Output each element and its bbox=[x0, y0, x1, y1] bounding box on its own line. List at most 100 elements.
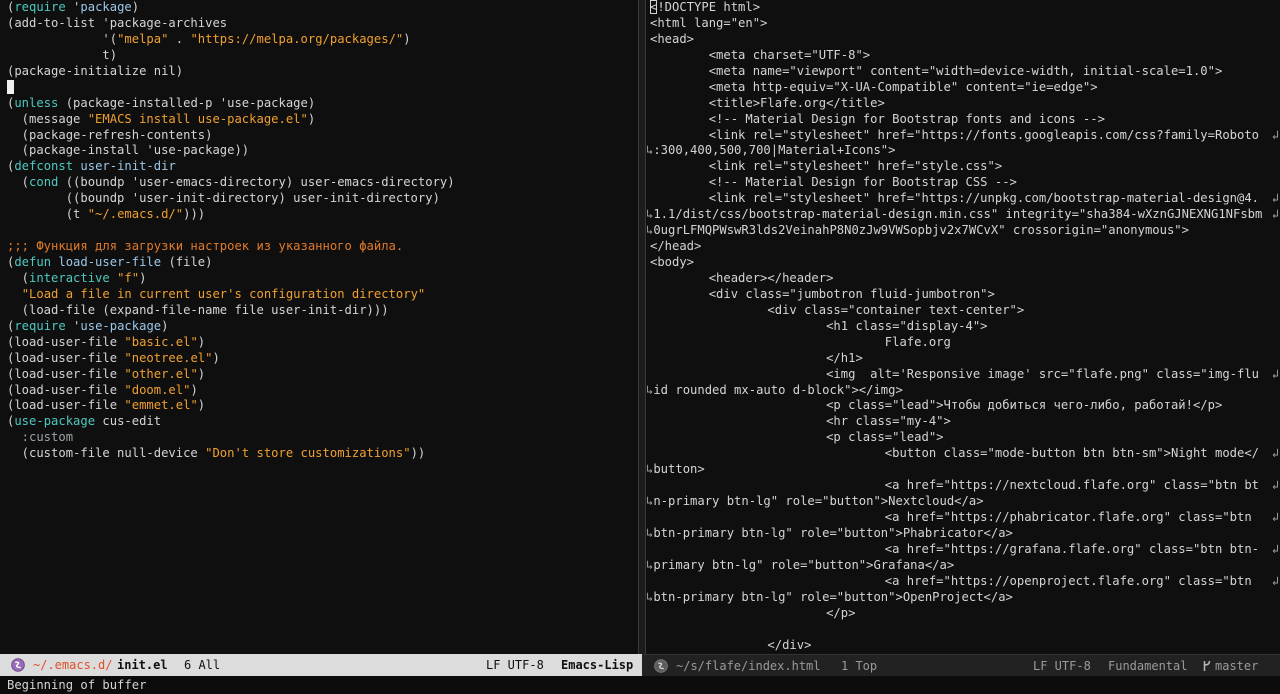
wrap-indicator-icon: ↲ bbox=[1271, 478, 1279, 493]
git-branch[interactable]: master bbox=[1215, 659, 1258, 673]
code-line[interactable]: <a href="https://openproject.flafe.org" … bbox=[646, 574, 1280, 590]
buffer-filename: init.el bbox=[117, 658, 168, 672]
code-line[interactable]: "Load a file in current user's configura… bbox=[0, 287, 638, 303]
right-mode-line[interactable]: ~/s/flafe/index.html 1 Top LF UTF-8 Fund… bbox=[642, 654, 1280, 676]
code-line[interactable]: (defun load-user-file (file) bbox=[0, 255, 638, 271]
code-line[interactable]: <meta charset="UTF-8"> bbox=[646, 48, 1280, 64]
window-divider[interactable] bbox=[638, 0, 646, 654]
code-line[interactable]: <html lang="en"> bbox=[646, 16, 1280, 32]
echo-area: Beginning of buffer bbox=[0, 676, 1280, 694]
code-line[interactable]: <!-- Material Design for Bootstrap CSS -… bbox=[646, 175, 1280, 191]
code-line[interactable]: :custom bbox=[0, 430, 638, 446]
code-line[interactable]: ↳1.1/dist/css/bootstrap-material-design.… bbox=[646, 207, 1280, 223]
right-buffer-text[interactable]: <!DOCTYPE html> <html lang="en"> <head> <m… bbox=[646, 0, 1280, 653]
code-line[interactable]: <title>Flafe.org</title> bbox=[646, 96, 1280, 112]
code-line[interactable]: ↳btn-primary btn-lg" role="button">Phabr… bbox=[646, 526, 1280, 542]
code-line[interactable]: <a href="https://grafana.flafe.org" clas… bbox=[646, 542, 1280, 558]
text-cursor bbox=[7, 80, 14, 95]
code-line[interactable]: (load-file (expand-file-name file user-i… bbox=[0, 303, 638, 319]
code-line[interactable]: ((boundp 'user-init-directory) user-init… bbox=[0, 191, 638, 207]
code-line[interactable]: </p> bbox=[646, 606, 1280, 622]
code-line[interactable]: ↳primary btn-lg" role="button">Grafana</… bbox=[646, 558, 1280, 574]
code-line[interactable]: ;;; Функция для загрузки настроек из ука… bbox=[0, 239, 638, 255]
code-line[interactable] bbox=[646, 622, 1280, 638]
code-line[interactable]: ↳button> bbox=[646, 462, 1280, 478]
code-line[interactable]: ↳0ugrLFMQPWswR3lds2VeinahP8N0zJw9VWSopbj… bbox=[646, 223, 1280, 239]
code-line[interactable]: '("melpa" . "https://melpa.org/packages/… bbox=[0, 32, 638, 48]
code-line[interactable]: (message "EMACS install use-package.el") bbox=[0, 112, 638, 128]
code-line[interactable]: </div> bbox=[646, 638, 1280, 654]
major-mode[interactable]: Emacs-Lisp bbox=[561, 658, 633, 672]
left-buffer-text[interactable]: (require 'package) (add-to-list 'package-… bbox=[0, 0, 638, 462]
code-line[interactable]: <h1 class="display-4"> bbox=[646, 319, 1280, 335]
code-line[interactable]: <!DOCTYPE html> bbox=[646, 0, 1280, 16]
code-line[interactable]: (require 'use-package) bbox=[0, 319, 638, 335]
right-editor-window[interactable]: <!DOCTYPE html> <html lang="en"> <head> <m… bbox=[646, 0, 1280, 654]
code-line[interactable]: <meta http-equiv="X-UA-Compatible" conte… bbox=[646, 80, 1280, 96]
code-line[interactable]: (load-user-file "neotree.el") bbox=[0, 351, 638, 367]
code-line[interactable]: (interactive "f") bbox=[0, 271, 638, 287]
code-line[interactable]: ↳id rounded mx-auto d-block"></img> bbox=[646, 383, 1280, 399]
echo-message: Beginning of buffer bbox=[7, 678, 147, 692]
code-line[interactable]: t) bbox=[0, 48, 638, 64]
code-line[interactable]: <link rel="stylesheet" href="style.css"> bbox=[646, 159, 1280, 175]
buffer-filepath: ~/s/flafe/index.html bbox=[676, 658, 821, 673]
code-line[interactable]: (package-install 'use-package)) bbox=[0, 143, 638, 159]
left-mode-line[interactable]: ~/.emacs.d/ init.el 6 All LF UTF-8 Emacs… bbox=[0, 654, 642, 676]
code-line[interactable]: (load-user-file "basic.el") bbox=[0, 335, 638, 351]
code-line[interactable]: <meta name="viewport" content="width=dev… bbox=[646, 64, 1280, 80]
code-line[interactable]: (t "~/.emacs.d/"))) bbox=[0, 207, 638, 223]
wrap-indicator-icon: ↲ bbox=[1271, 446, 1279, 461]
code-line[interactable]: </h1> bbox=[646, 351, 1280, 367]
wrap-indicator-icon: ↲ bbox=[1271, 510, 1279, 524]
code-line[interactable]: <head> bbox=[646, 32, 1280, 48]
code-line[interactable] bbox=[0, 80, 638, 96]
code-line[interactable]: (defconst user-init-dir bbox=[0, 159, 638, 175]
code-line[interactable]: (unless (package-installed-p 'use-packag… bbox=[0, 96, 638, 112]
code-line[interactable]: <img alt='Responsive image' src="flafe.p… bbox=[646, 367, 1280, 383]
code-line[interactable]: ↳btn-primary btn-lg" role="button">OpenP… bbox=[646, 590, 1280, 606]
code-line[interactable]: (add-to-list 'package-archives bbox=[0, 16, 638, 32]
code-line[interactable]: <p class="lead">Чтобы добиться чего-либо… bbox=[646, 398, 1280, 414]
wrap-indicator-icon: ↲ bbox=[1271, 573, 1279, 588]
code-line[interactable]: <a href="https://nextcloud.flafe.org" cl… bbox=[646, 478, 1280, 494]
code-line[interactable]: Flafe.org bbox=[646, 335, 1280, 351]
code-line[interactable]: <p class="lead"> bbox=[646, 430, 1280, 446]
wrap-indicator-icon: ↲ bbox=[1271, 127, 1279, 142]
code-line[interactable]: <body> bbox=[646, 255, 1280, 271]
code-line[interactable]: <div class="container text-center"> bbox=[646, 303, 1280, 319]
buffer-encoding[interactable]: LF UTF-8 bbox=[1033, 659, 1091, 673]
buffer-encoding[interactable]: LF UTF-8 bbox=[486, 658, 544, 672]
git-branch-icon bbox=[1203, 660, 1211, 671]
code-line[interactable]: (load-user-file "emmet.el") bbox=[0, 398, 638, 414]
emacs-icon bbox=[654, 659, 668, 673]
code-line[interactable]: <!-- Material Design for Bootstrap fonts… bbox=[646, 112, 1280, 128]
code-line[interactable]: (load-user-file "other.el") bbox=[0, 367, 638, 383]
code-line[interactable]: (package-initialize nil) bbox=[0, 64, 638, 80]
wrap-indicator-icon: ↲ bbox=[1271, 191, 1279, 206]
code-line[interactable]: <link rel="stylesheet" href="https://fon… bbox=[646, 128, 1280, 144]
left-editor-window[interactable]: (require 'package) (add-to-list 'package-… bbox=[0, 0, 638, 654]
code-line[interactable]: (use-package cus-edit bbox=[0, 414, 638, 430]
wrap-indicator-icon: ↲ bbox=[1271, 366, 1279, 381]
code-line[interactable]: (package-refresh-contents) bbox=[0, 128, 638, 144]
code-line[interactable]: ↳n-primary btn-lg" role="button">Nextclo… bbox=[646, 494, 1280, 510]
code-line[interactable]: <button class="mode-button btn btn-sm">N… bbox=[646, 446, 1280, 462]
major-mode[interactable]: Fundamental bbox=[1108, 659, 1187, 673]
buffer-position: 6 All bbox=[184, 658, 221, 672]
code-line[interactable]: <a href="https://phabricator.flafe.org" … bbox=[646, 510, 1280, 526]
code-line[interactable]: (custom-file null-device "Don't store cu… bbox=[0, 446, 638, 462]
code-line[interactable]: (require 'package) bbox=[0, 0, 638, 16]
code-line[interactable] bbox=[0, 223, 638, 239]
buffer-directory: ~/.emacs.d/ bbox=[33, 658, 113, 672]
code-line[interactable]: (load-user-file "doom.el") bbox=[0, 383, 638, 399]
code-line[interactable]: <hr class="my-4"> bbox=[646, 414, 1280, 430]
code-line[interactable]: ↳:300,400,500,700|Material+Icons"> bbox=[646, 143, 1280, 159]
wrap-indicator-icon: ↲ bbox=[1271, 207, 1279, 222]
code-line[interactable]: (cond ((boundp 'user-emacs-directory) us… bbox=[0, 175, 638, 191]
code-line[interactable]: <header></header> bbox=[646, 271, 1280, 287]
emacs-icon bbox=[11, 658, 25, 672]
code-line[interactable]: <link rel="stylesheet" href="https://unp… bbox=[646, 191, 1280, 207]
code-line[interactable]: <div class="jumbotron fluid-jumbotron"> bbox=[646, 287, 1280, 303]
code-line[interactable]: </head> bbox=[646, 239, 1280, 255]
